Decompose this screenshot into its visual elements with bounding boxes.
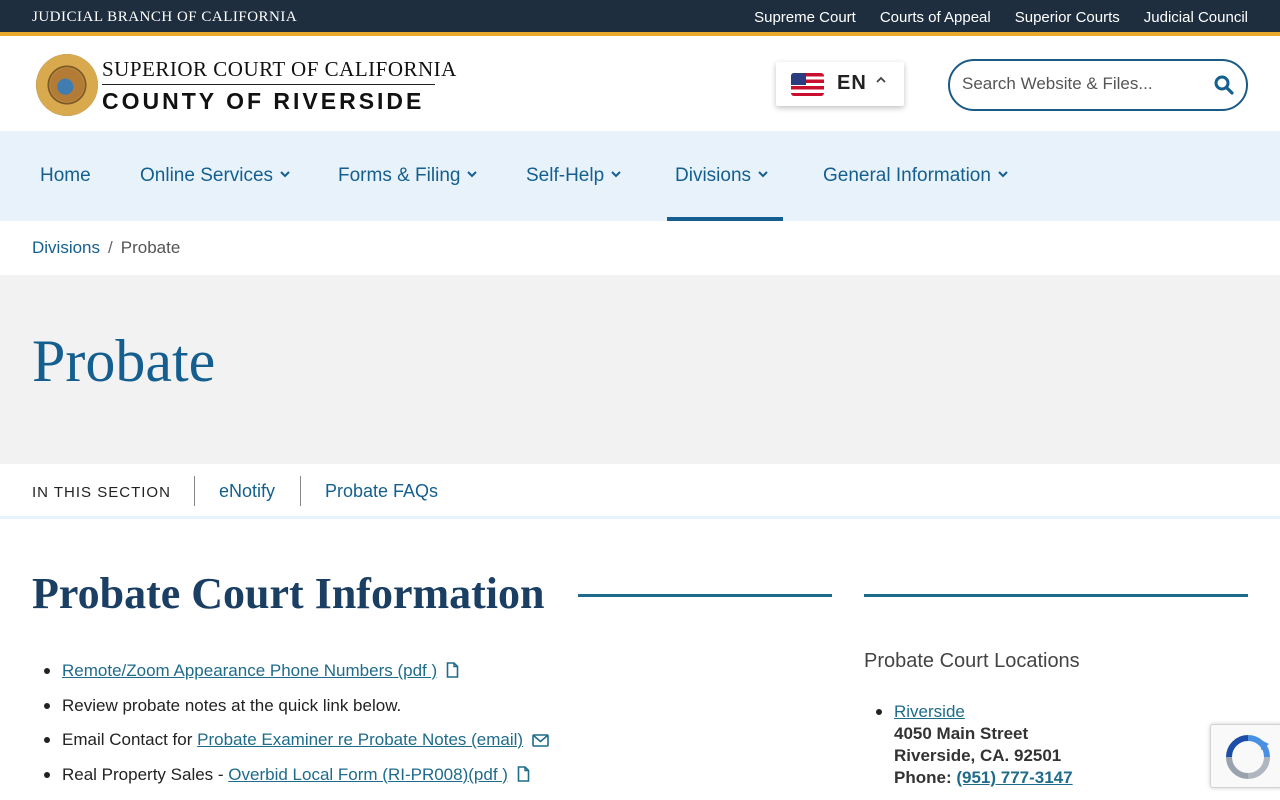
seal-center (50, 68, 84, 102)
breadcrumb: Divisions / Probate (32, 238, 180, 258)
section-divider (194, 476, 195, 506)
nav-divisions-label: Divisions (675, 165, 752, 186)
top-links: Supreme Court Courts of Appeal Superior … (754, 9, 1248, 26)
nav-divisions[interactable]: Divisions (675, 165, 769, 187)
chevron-down-icon (997, 167, 1009, 182)
nav-home[interactable]: Home (40, 165, 91, 187)
breadcrumb-current: Probate (120, 238, 181, 257)
nav-self-help[interactable]: Self-Help (526, 165, 622, 187)
chevron-up-icon (875, 73, 887, 89)
search-icon[interactable] (1214, 75, 1234, 100)
section-divider (300, 476, 301, 506)
language-code: EN (837, 72, 867, 94)
nav-self-help-label: Self-Help (526, 165, 605, 186)
court-seal-logo[interactable] (36, 54, 98, 116)
nav-online-services-label: Online Services (140, 165, 274, 186)
nav-general-information-label: General Information (823, 165, 991, 186)
chevron-down-icon (610, 167, 622, 182)
heading-rule (578, 594, 832, 597)
chevron-down-icon (757, 167, 769, 182)
court-locations-list: Riverside 4050 Main Street Riverside, CA… (876, 701, 1073, 789)
phone-number-link[interactable]: (951) 777-3147 (956, 768, 1072, 787)
in-this-section-nav: IN THIS SECTION eNotify Probate FAQs (0, 464, 1280, 519)
top-utility-bar: JUDICIAL BRANCH OF CALIFORNIA Supreme Co… (0, 0, 1280, 36)
chevron-down-icon (466, 167, 478, 182)
riverside-location-link[interactable]: Riverside (894, 702, 965, 721)
probate-court-information-heading: Probate Court Information (32, 569, 545, 618)
mail-icon (532, 731, 549, 753)
logo-divider (102, 84, 435, 85)
logo-title-top[interactable]: SUPERIOR COURT OF CALIFORNIA (102, 57, 457, 82)
location-street: 4050 Main Street (894, 724, 1029, 743)
list-item: Real Property Sales - Overbid Local Form… (44, 764, 822, 799)
supreme-court-link[interactable]: Supreme Court (754, 9, 856, 26)
enotify-link[interactable]: eNotify (219, 481, 275, 502)
file-icon (517, 765, 530, 788)
probate-examiner-email-link[interactable]: Probate Examiner re Probate Notes (email… (197, 730, 523, 749)
search-input[interactable] (962, 74, 1202, 94)
list-item: Remote/Zoom Appearance Phone Numbers (pd… (44, 660, 822, 695)
court-locations-heading: Probate Court Locations (864, 650, 1080, 672)
superior-courts-link[interactable]: Superior Courts (1015, 9, 1120, 26)
overbid-local-form-link[interactable]: Overbid Local Form (RI-PR008)(pdf ) (228, 765, 508, 784)
judicial-branch-label: JUDICIAL BRANCH OF CALIFORNIA (32, 9, 298, 25)
courts-of-appeal-link[interactable]: Courts of Appeal (880, 9, 991, 26)
file-icon (446, 662, 459, 684)
recaptcha-badge[interactable] (1210, 724, 1280, 788)
probate-faqs-link[interactable]: Probate FAQs (325, 481, 438, 502)
nav-general-information[interactable]: General Information (823, 165, 1009, 187)
page-hero: Probate (0, 275, 1280, 464)
nav-active-indicator (667, 217, 783, 221)
page-title: Probate (32, 328, 216, 394)
site-header: SUPERIOR COURT OF CALIFORNIA COUNTY OF R… (0, 40, 1280, 131)
review-notes-text: Review probate notes at the quick link b… (62, 695, 402, 715)
list-item: Review probate notes at the quick link b… (44, 695, 822, 730)
location-city: Riverside, CA. 92501 (894, 746, 1062, 765)
logo-title-bottom[interactable]: COUNTY OF RIVERSIDE (102, 88, 424, 115)
nav-home-label: Home (40, 165, 91, 186)
phone-label: Phone: (894, 768, 957, 787)
probate-info-list: Remote/Zoom Appearance Phone Numbers (pd… (44, 660, 822, 799)
email-contact-text: Email Contact for (62, 730, 198, 749)
breadcrumb-divisions-link[interactable]: Divisions (32, 238, 100, 257)
nav-online-services[interactable]: Online Services (140, 165, 291, 187)
chevron-down-icon (279, 167, 291, 182)
nav-forms-filing-label: Forms & Filing (338, 165, 461, 186)
recaptcha-icon (1226, 735, 1270, 779)
judicial-council-link[interactable]: Judicial Council (1144, 9, 1248, 26)
list-item: Email Contact for Probate Examiner re Pr… (44, 729, 822, 764)
real-property-sales-text: Real Property Sales - (62, 764, 229, 784)
remote-zoom-numbers-link[interactable]: Remote/Zoom Appearance Phone Numbers (pd… (62, 661, 437, 680)
language-selector[interactable]: EN (776, 62, 904, 106)
site-search (948, 59, 1248, 111)
location-phone: Phone: (951) 777-3147 (894, 767, 1073, 789)
breadcrumb-separator: / (108, 238, 113, 257)
sidebar-rule (864, 594, 1248, 597)
in-this-section-label: IN THIS SECTION (32, 484, 171, 501)
main-nav: Home Online Services Forms & Filing Self… (0, 131, 1280, 221)
us-flag-icon (791, 73, 824, 96)
list-item: Riverside 4050 Main Street Riverside, CA… (876, 701, 1073, 789)
nav-forms-filing[interactable]: Forms & Filing (338, 165, 478, 187)
